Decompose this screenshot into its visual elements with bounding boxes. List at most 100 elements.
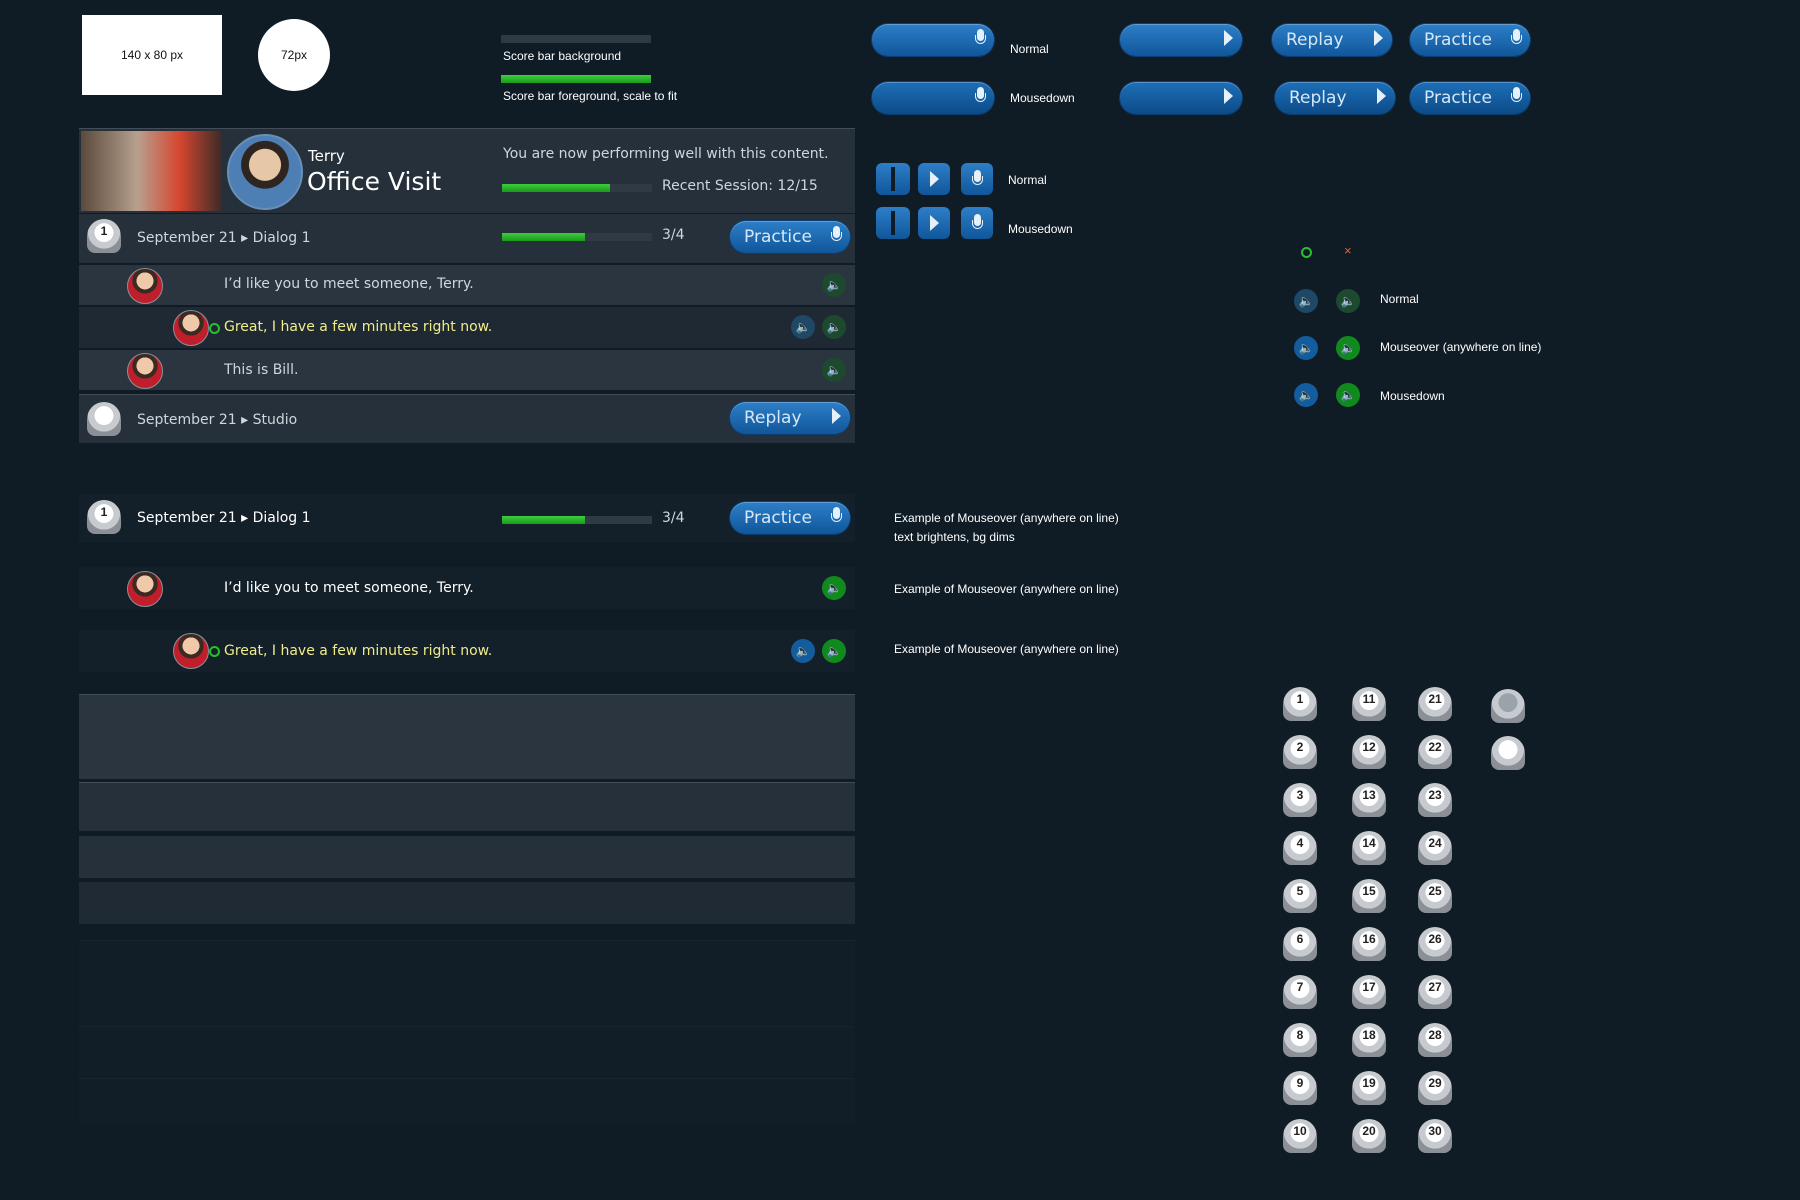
dialog-number-badge: 25	[1418, 879, 1452, 913]
speaker-icon[interactable]: 🔈	[822, 639, 846, 663]
mic-button-mousedown[interactable]	[872, 82, 994, 114]
speaker-icon[interactable]: 🔈	[822, 358, 846, 382]
dialog-score-bar	[502, 233, 652, 241]
studio-date: September 21	[137, 412, 237, 428]
practice-button-mousedown[interactable]: Practice	[1410, 82, 1530, 114]
dialog-score-fill	[502, 233, 585, 241]
speaker-icon[interactable]: 🔈	[1336, 289, 1360, 313]
line-text: I’d like you to meet someone, Terry.	[224, 276, 474, 292]
dialog-number-badge: 2	[1283, 735, 1317, 769]
speaker-icon[interactable]: 🔈	[791, 639, 815, 663]
practice-label: Practice	[1424, 30, 1492, 50]
check-dot-icon	[209, 323, 220, 334]
dialog-line-example[interactable]: Great, I have a few minutes right now. 🔈…	[79, 630, 855, 672]
replay-label: Replay	[1289, 88, 1347, 108]
speaker-icon[interactable]: 🔈	[1294, 289, 1318, 313]
dialog-score: 3/4	[662, 227, 685, 243]
mic-control-normal[interactable]	[961, 163, 993, 195]
example-note: Example of Mouseover (anywhere on line)	[894, 642, 1119, 656]
line-text: Great, I have a few minutes right now.	[224, 643, 493, 659]
practice-button-normal[interactable]: Practice	[1410, 24, 1530, 56]
mic-button-normal[interactable]	[872, 24, 994, 56]
speaker-avatar	[127, 268, 163, 304]
dialog-number-badge: 12	[1352, 735, 1386, 769]
mic-control-mousedown[interactable]	[961, 207, 993, 239]
speaker-icon[interactable]: 🔈	[791, 315, 815, 339]
studio-badge-icon	[1491, 689, 1525, 723]
play-control-normal[interactable]	[918, 163, 950, 195]
user-avatar	[173, 310, 209, 346]
replay-label: Replay	[1286, 30, 1344, 50]
empty-row	[79, 882, 855, 924]
empty-row	[79, 1078, 855, 1123]
dialog-line[interactable]: This is Bill. 🔈	[79, 350, 855, 390]
practice-button[interactable]: Practice	[730, 221, 850, 253]
replay-button[interactable]: Replay	[730, 402, 850, 434]
dialog-date: September 21	[137, 230, 237, 246]
dialog-number-badge: 19	[1352, 1071, 1386, 1105]
dialog-row-example[interactable]: 1 September 21 ▸ Dialog 1 3/4 Practice	[79, 494, 855, 542]
empty-row	[79, 1026, 855, 1077]
spec-normal-label: Normal	[1010, 42, 1049, 56]
line-text: I’d like you to meet someone, Terry.	[224, 580, 474, 596]
dialog-number-badge: 1	[87, 500, 121, 534]
speaker-icon[interactable]: 🔈	[822, 273, 846, 297]
play-icon	[1376, 87, 1386, 104]
practice-button[interactable]: Practice	[730, 502, 850, 534]
dialog-line[interactable]: I’d like you to meet someone, Terry. 🔈	[79, 265, 855, 305]
back-control-mousedown[interactable]	[876, 207, 910, 239]
placeholder-label: 72px	[280, 48, 308, 62]
dialog-number-badge: 4	[1283, 831, 1317, 865]
back-control-normal[interactable]	[876, 163, 910, 195]
empty-row	[79, 782, 855, 831]
speaker-icon[interactable]: 🔈	[1294, 336, 1318, 360]
user-avatar	[173, 633, 209, 669]
replay-button-normal[interactable]: Replay	[1272, 24, 1392, 56]
controls-normal-label: Normal	[1008, 173, 1047, 187]
cross-icon: ×	[1344, 243, 1352, 258]
studio-row[interactable]: September 21 ▸ Studio Replay	[79, 394, 855, 443]
microphone-icon	[974, 28, 986, 47]
dialog-date: September 21	[137, 510, 237, 526]
lesson-thumbnail	[81, 131, 222, 211]
dialog-line[interactable]: Great, I have a few minutes right now. 🔈…	[79, 307, 855, 348]
performance-status: You are now performing well with this co…	[503, 146, 829, 162]
check-dot-icon	[209, 646, 220, 657]
play-control-mousedown[interactable]	[918, 207, 950, 239]
microphone-icon	[1510, 86, 1522, 105]
character-avatar	[227, 134, 303, 210]
dialog-number-badge: 5	[1283, 879, 1317, 913]
dialog-number-badge: 9	[1283, 1071, 1317, 1105]
divider-bar-icon	[891, 211, 895, 235]
dialog-number-badge: 16	[1352, 927, 1386, 961]
dialog-number-badge: 30	[1418, 1119, 1452, 1153]
dialog-score-bar	[502, 516, 652, 524]
line-text: This is Bill.	[224, 362, 299, 378]
speaker-icon[interactable]: 🔈	[1336, 336, 1360, 360]
play-button-mousedown[interactable]	[1120, 82, 1242, 114]
play-button-normal[interactable]	[1120, 24, 1242, 56]
empty-header-row	[79, 694, 855, 779]
score-bar-background	[501, 35, 651, 43]
dialog-row[interactable]: 1 September 21 ▸ Dialog 1 3/4 Practice	[79, 214, 855, 263]
score-bar-bg-label: Score bar background	[503, 49, 622, 63]
dialog-number-badge: 3	[1283, 783, 1317, 817]
speaker-icon[interactable]: 🔈	[822, 315, 846, 339]
play-icon	[1223, 87, 1233, 104]
speaker-icon[interactable]: 🔈	[822, 576, 846, 600]
speaker-icon[interactable]: 🔈	[1294, 383, 1318, 407]
line-text: Great, I have a few minutes right now.	[224, 319, 493, 335]
replay-button-mousedown[interactable]: Replay	[1275, 82, 1395, 114]
lesson-header: Terry Office Visit You are now performin…	[79, 128, 855, 213]
placeholder-label: 140 x 80 px	[120, 48, 184, 62]
dialog-line-example[interactable]: I’d like you to meet someone, Terry. 🔈	[79, 567, 855, 609]
microphone-icon	[830, 506, 842, 525]
speaker-icon[interactable]: 🔈	[1336, 383, 1360, 407]
microphone-icon	[974, 86, 986, 105]
play-icon	[1223, 29, 1233, 46]
image-placeholder-rect: 140 x 80 px	[82, 15, 222, 95]
example-note: text brightens, bg dims	[894, 530, 1015, 544]
score-bar-foreground	[501, 75, 651, 83]
dialog-number-badge: 1	[1283, 687, 1317, 721]
dialog-number-badge: 8	[1283, 1023, 1317, 1057]
